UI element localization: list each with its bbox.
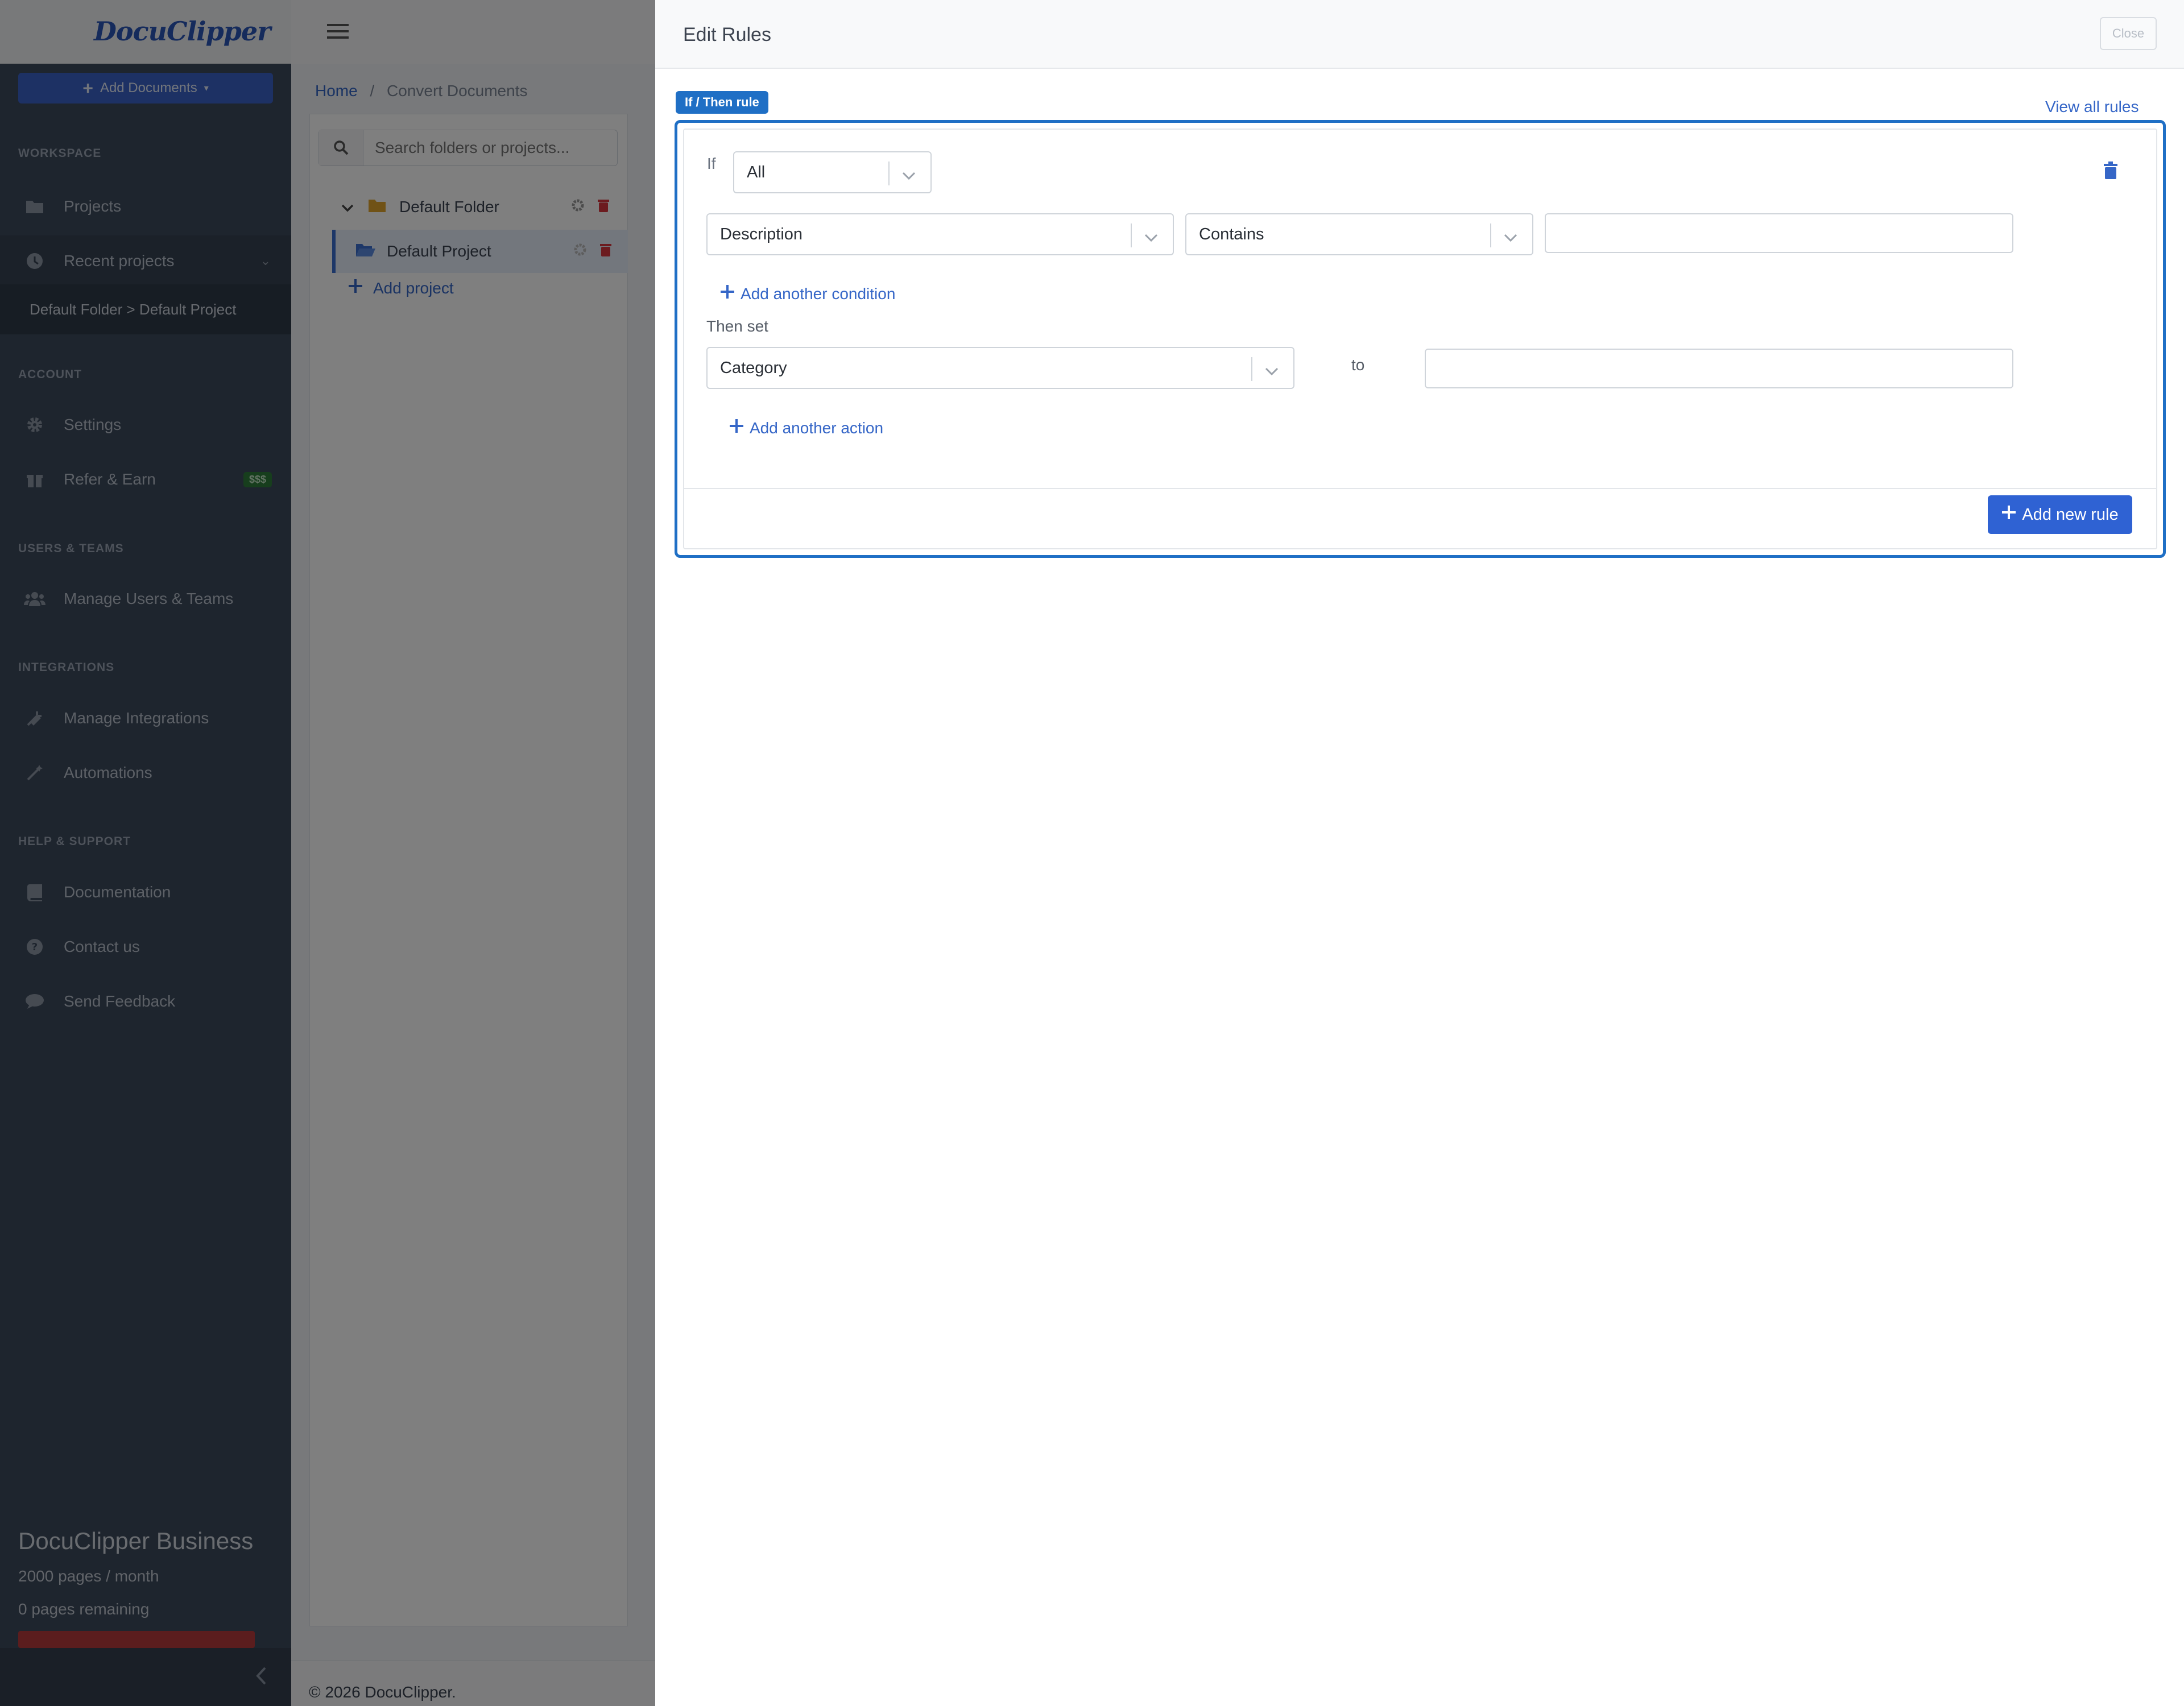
select-separator [1490,223,1491,247]
select-separator [1251,357,1252,381]
delete-rule-icon[interactable] [2103,162,2118,183]
then-set-label: Then set [706,317,768,335]
edit-rules-drawer: Edit Rules Close If / Then rule View all… [655,0,2184,1706]
modal-backdrop[interactable] [0,0,655,1706]
drawer-title: Edit Rules [683,24,771,45]
add-new-rule-button[interactable]: Add new rule [1988,495,2132,534]
condition-field-select[interactable]: Description [706,213,1174,255]
chevron-down-icon [1265,362,1279,380]
select-separator [888,162,890,185]
rule-footer-divider [684,488,2156,489]
add-condition-label: Add another condition [741,284,896,303]
add-condition-button[interactable]: Add another condition [720,284,895,303]
view-all-rules-link[interactable]: View all rules [2045,98,2138,116]
drawer-header: Edit Rules Close [655,0,2184,69]
add-new-rule-label: Add new rule [2022,505,2119,524]
add-action-label: Add another action [750,419,884,437]
condition-field-value: Description [720,225,803,243]
select-separator [1131,223,1132,247]
to-label: to [1351,356,1365,374]
action-field-select[interactable]: Category [706,347,1294,389]
action-field-value: Category [720,358,787,377]
plus-icon [729,419,744,437]
match-mode-select[interactable]: All [733,151,932,193]
if-label: If [707,155,716,172]
plus-icon [2001,505,2016,524]
add-action-button[interactable]: Add another action [729,419,883,437]
chevron-down-icon [1504,228,1517,247]
plus-icon [720,284,735,303]
condition-operator-select[interactable]: Contains [1185,213,1533,255]
action-value-input[interactable] [1425,349,2013,388]
close-button[interactable]: Close [2100,17,2157,50]
condition-value-input[interactable] [1545,213,2013,253]
rule-type-badge: If / Then rule [676,91,768,114]
chevron-down-icon [902,166,916,185]
chevron-down-icon [1144,228,1158,247]
match-mode-value: All [747,163,766,181]
condition-operator-value: Contains [1199,225,1264,243]
